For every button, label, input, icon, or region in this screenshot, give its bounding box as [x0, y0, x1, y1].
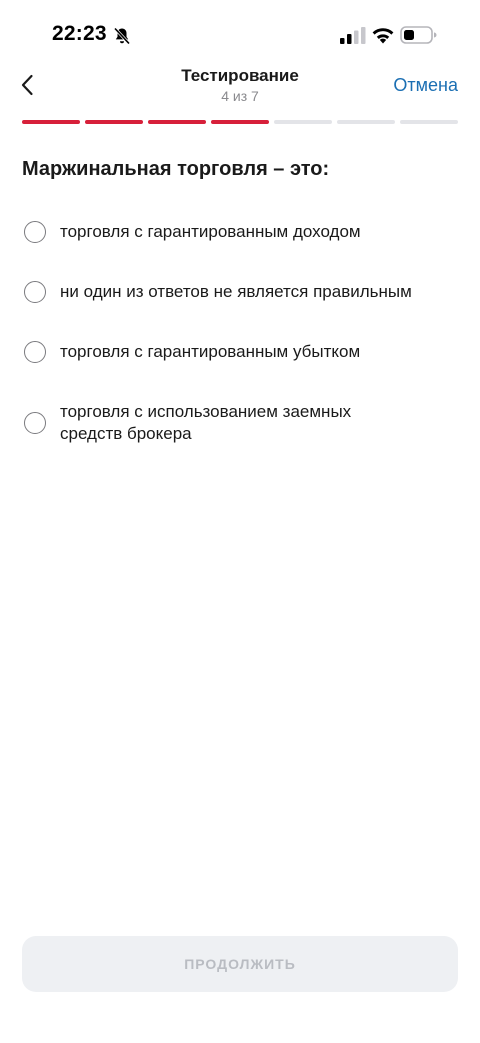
radio-button[interactable]: [24, 221, 46, 243]
answer-option-1[interactable]: торговля с гарантированным доходом: [22, 221, 361, 243]
wifi-icon: [372, 28, 394, 44]
progress-segment-done: [85, 120, 143, 124]
answer-option-4[interactable]: торговля с использованием заемных средст…: [22, 401, 422, 445]
test-screen: 22:23 Тестирование 4 из 7 Отмена Маржина…: [0, 0, 480, 1043]
progress-segment-done: [22, 120, 80, 124]
answer-option-3[interactable]: торговля с гарантированным убытком: [22, 341, 360, 363]
cellular-signal-icon: [340, 27, 366, 44]
status-time: 22:23: [52, 22, 107, 45]
progress-bar: [22, 120, 458, 125]
header: Тестирование 4 из 7 Отмена: [0, 60, 480, 116]
progress-segment-pending: [274, 120, 332, 124]
progress-segment-done: [148, 120, 206, 124]
answer-label: торговля с гарантированным доходом: [60, 222, 361, 241]
answer-label: торговля с использованием заемных средст…: [60, 402, 352, 443]
answer-option-2[interactable]: ни один из ответов не является правильны…: [22, 281, 412, 303]
question-text: Маржинальная торговля – это:: [22, 158, 330, 180]
cancel-button[interactable]: Отмена: [393, 75, 458, 96]
bell-slash-icon: [113, 27, 131, 45]
battery-icon: [400, 26, 437, 44]
progress-segment-done: [211, 120, 269, 124]
progress-segment-pending: [337, 120, 395, 124]
progress-segment-pending: [400, 120, 458, 124]
answer-label: торговля с гарантированным убытком: [60, 342, 361, 361]
radio-button[interactable]: [24, 341, 46, 363]
radio-button[interactable]: [24, 412, 46, 434]
radio-button[interactable]: [24, 281, 46, 303]
continue-button[interactable]: ПРОДОЛЖИТЬ: [22, 936, 458, 992]
answer-label: ни один из ответов не является правильны…: [60, 282, 412, 301]
